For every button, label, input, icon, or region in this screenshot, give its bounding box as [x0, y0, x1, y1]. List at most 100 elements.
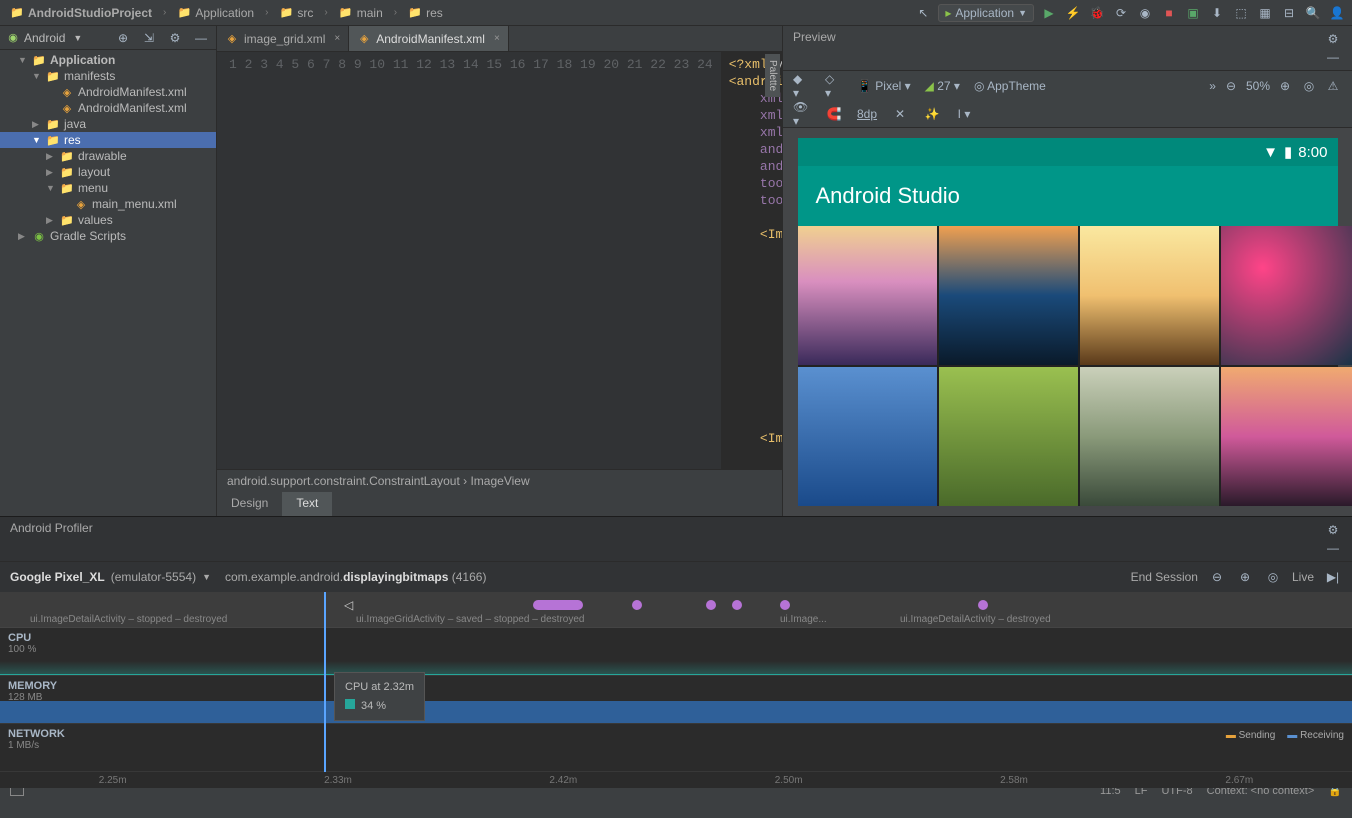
chevron-down-icon[interactable]: ▼	[202, 572, 211, 582]
user-icon[interactable]: 👤	[1328, 4, 1346, 22]
magnet-icon[interactable]: 🧲	[825, 105, 843, 123]
search-icon[interactable]: 🔍	[1304, 4, 1322, 22]
theme-selector[interactable]: ◎ AppTheme	[974, 79, 1046, 93]
tree-drawable[interactable]: ▶📁drawable	[0, 148, 216, 164]
chevron-right-icon: ›	[163, 7, 166, 18]
avd-manager-icon[interactable]: ▣	[1184, 4, 1202, 22]
go-live-icon[interactable]: ▶|	[1324, 568, 1342, 586]
zoom-label: 50%	[1246, 79, 1270, 93]
time-axis: 2.25m2.33m2.42m2.50m2.58m2.67m	[0, 772, 1352, 788]
design-tab[interactable]: Design	[217, 492, 282, 516]
preview-image	[1221, 367, 1352, 506]
zoom-in-icon[interactable]: ⊕	[1236, 568, 1254, 586]
tree-gradle[interactable]: ▶◉Gradle Scripts	[0, 228, 216, 244]
code-editor[interactable]: <?xml version="1.0" encoding="utf-8"?> <…	[721, 52, 782, 469]
tree-values[interactable]: ▶📁values	[0, 212, 216, 228]
settings-icon[interactable]: ⚙	[166, 29, 184, 47]
structure-icon[interactable]: ⊟	[1280, 4, 1298, 22]
tree-main-menu[interactable]: ◈main_menu.xml	[0, 196, 216, 212]
layers-icon[interactable]: ◆ ▾	[793, 77, 811, 95]
sdk-manager-icon[interactable]: ⬇	[1208, 4, 1226, 22]
layout-inspector-icon[interactable]: ⬚	[1232, 4, 1250, 22]
zoom-fit-icon[interactable]: ◎	[1300, 77, 1318, 95]
gear-icon[interactable]: ⚙	[1324, 521, 1342, 539]
palette-tab[interactable]: Palette	[765, 54, 780, 97]
breadcrumb-project[interactable]: 📁AndroidStudioProject	[6, 4, 156, 22]
breadcrumb-main[interactable]: 📁main	[335, 4, 387, 22]
more-icon[interactable]: »	[1209, 79, 1216, 93]
preview-pane: Preview⚙ — Palette ◆ ▾ ◇ ▾ 📱 Pixel ▾ ◢ 2…	[782, 26, 1352, 516]
live-button[interactable]: Live	[1292, 570, 1314, 584]
profiler-panel: Android Profiler⚙ — Google Pixel_XL (emu…	[0, 516, 1352, 779]
stop-button[interactable]: ■	[1160, 4, 1178, 22]
memory-track[interactable]: MEMORY128 MB	[0, 676, 1352, 724]
warnings-icon[interactable]: ⚠	[1324, 77, 1342, 95]
breadcrumb-src[interactable]: 📁src	[275, 4, 317, 22]
folder-icon: 📁	[408, 6, 422, 20]
clear-constraints-icon[interactable]: ✕	[891, 105, 909, 123]
hide-icon[interactable]: —	[192, 29, 210, 47]
tree-menu[interactable]: ▼📁menu	[0, 180, 216, 196]
sync-icon[interactable]: ↖	[914, 4, 932, 22]
navigation-bar: 📁AndroidStudioProject› 📁Application› 📁sr…	[0, 0, 1352, 26]
android-icon: ◉	[6, 31, 20, 45]
profiler-tooltip: CPU at 2.32m 34 %	[334, 672, 425, 721]
tree-app[interactable]: ▼📁Application	[0, 52, 216, 68]
hide-icon[interactable]: —	[1324, 48, 1342, 66]
gradle-icon: ◉	[32, 229, 46, 243]
network-track[interactable]: NETWORK1 MB/s ▬ Sending▬ Receiving	[0, 724, 1352, 772]
editor-breadcrumb[interactable]: android.support.constraint.ConstraintLay…	[217, 469, 782, 492]
zoom-out-icon[interactable]: ⊖	[1208, 568, 1226, 586]
debug-button[interactable]: 🐞	[1088, 4, 1106, 22]
preview-statusbar: ▼ ▮ 8:00	[798, 138, 1338, 166]
view-options-icon[interactable]: 👁 ▾	[793, 105, 811, 123]
project-view-selector[interactable]: ◉Android▼	[6, 31, 82, 45]
device-preview: ▼ ▮ 8:00 Android Studio	[798, 138, 1338, 506]
api-selector[interactable]: ◢ 27 ▾	[925, 79, 960, 93]
zoom-out-icon[interactable]: ⊖	[1222, 77, 1240, 95]
folder-icon: 📁	[46, 69, 60, 83]
reset-zoom-icon[interactable]: ◎	[1264, 568, 1282, 586]
end-session-button[interactable]: End Session	[1131, 570, 1198, 584]
project-tree[interactable]: ▼📁Application ▼📁manifests ◈AndroidManife…	[0, 50, 216, 516]
close-icon[interactable]: ×	[494, 33, 500, 44]
xml-file-icon: ◈	[60, 85, 74, 99]
breadcrumb-app[interactable]: 📁Application	[173, 4, 258, 22]
folder-icon: 📁	[339, 6, 353, 20]
profiler-title: Android Profiler	[10, 521, 93, 557]
tab-image-grid[interactable]: ◈image_grid.xml×	[217, 26, 349, 51]
infer-constraints-icon[interactable]: ✨	[923, 105, 941, 123]
resource-manager-icon[interactable]: ▦	[1256, 4, 1274, 22]
default-margin[interactable]: 8dp	[857, 107, 877, 121]
zoom-in-icon[interactable]: ⊕	[1276, 77, 1294, 95]
pack-icon[interactable]: I ▾	[955, 105, 973, 123]
tree-layout[interactable]: ▶📁layout	[0, 164, 216, 180]
tree-java[interactable]: ▶📁java	[0, 116, 216, 132]
attach-debugger-button[interactable]: ◉	[1136, 4, 1154, 22]
breadcrumb-res[interactable]: 📁res	[404, 4, 447, 22]
profile-button[interactable]: ⟳	[1112, 4, 1130, 22]
gutter[interactable]: 1 2 3 4 5 6 7 8 9 10 11 12 13 14 15 16 1…	[217, 52, 721, 469]
run-config-selector[interactable]: ▸Application▼	[938, 4, 1034, 22]
tree-manifest-file[interactable]: ◈AndroidManifest.xml	[0, 100, 216, 116]
collapse-all-icon[interactable]: ⇲	[140, 29, 158, 47]
folder-icon: 📁	[279, 6, 293, 20]
orientation-icon[interactable]: ◇ ▾	[825, 77, 843, 95]
cpu-track[interactable]: CPU100 %	[0, 628, 1352, 676]
hide-icon[interactable]: —	[1324, 539, 1342, 557]
tree-manifest-file[interactable]: ◈AndroidManifest.xml	[0, 84, 216, 100]
tree-res[interactable]: ▼📁res	[0, 132, 216, 148]
preview-image	[939, 226, 1078, 365]
profiler-device[interactable]: Google Pixel_XL	[10, 570, 105, 584]
device-selector[interactable]: 📱 Pixel ▾	[857, 79, 911, 93]
close-icon[interactable]: ×	[334, 33, 340, 44]
profiler-timeline[interactable]: ◁ ui.ImageDetailActivity – stopped – des…	[0, 592, 1352, 788]
text-tab[interactable]: Text	[282, 492, 332, 516]
run-button[interactable]: ▶	[1040, 4, 1058, 22]
gear-icon[interactable]: ⚙	[1324, 30, 1342, 48]
tree-manifests[interactable]: ▼📁manifests	[0, 68, 216, 84]
playhead[interactable]	[324, 592, 326, 772]
tab-manifest[interactable]: ◈AndroidManifest.xml×	[349, 26, 509, 51]
scroll-from-source-icon[interactable]: ⊕	[114, 29, 132, 47]
apply-changes-button[interactable]: ⚡	[1064, 4, 1082, 22]
